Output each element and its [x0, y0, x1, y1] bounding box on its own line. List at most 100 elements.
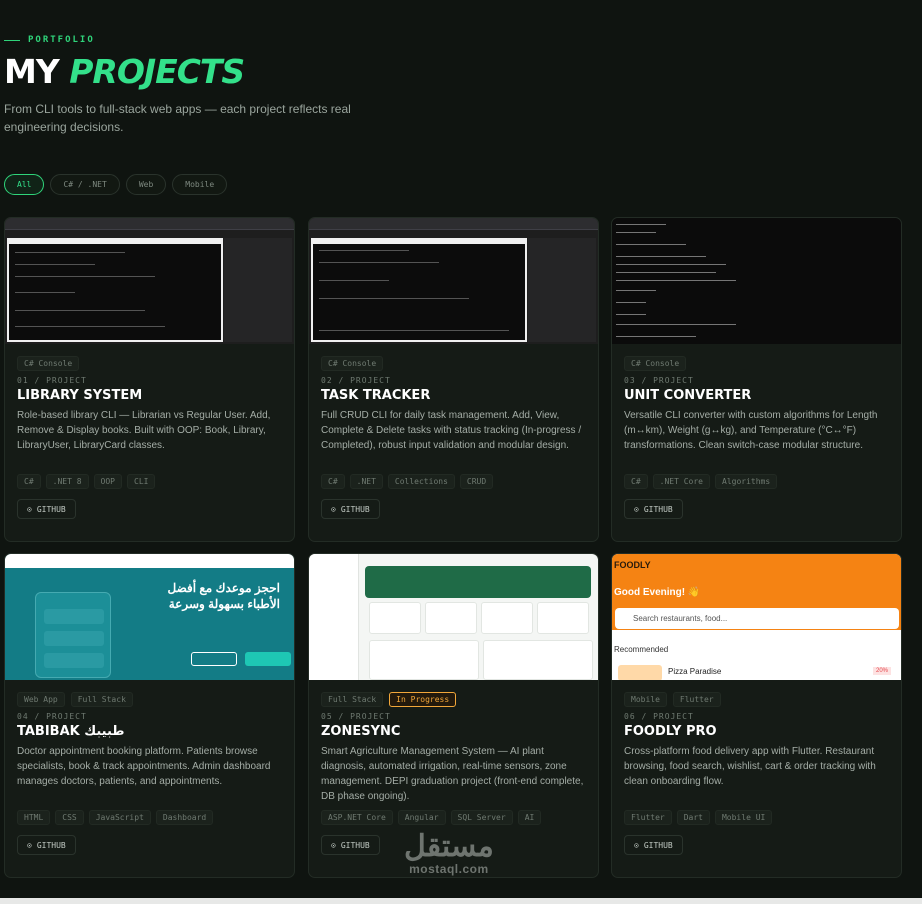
page-subtitle: From CLI tools to full-stack web apps — … — [4, 102, 351, 134]
watermark-latin: mostaql.com — [409, 862, 489, 876]
project-number: 02 / PROJECT — [321, 376, 391, 385]
eyebrow-line — [4, 39, 20, 41]
github-icon: ⊙ — [331, 504, 336, 514]
category-tag: C# Console — [17, 356, 80, 371]
project-number: 04 / PROJECT — [17, 712, 87, 721]
project-screenshot — [309, 554, 598, 680]
filter-mobile[interactable]: Mobile — [172, 174, 228, 195]
title-white: MY — [4, 52, 70, 91]
tech-tag: C# — [624, 474, 648, 489]
category-tag: C# Console — [624, 356, 687, 371]
tech-tag: .NET — [349, 474, 383, 489]
section-eyebrow: PORTFOLIO — [4, 35, 95, 45]
github-button[interactable]: ⊙ GITHUB — [17, 499, 76, 519]
project-description: Full CRUD CLI for daily task management.… — [321, 410, 582, 451]
project-screenshot: FOODLY Good Evening! 👋 Search restaurant… — [612, 554, 901, 680]
project-card-foodly-pro[interactable]: FOODLY Good Evening! 👋 Search restaurant… — [611, 553, 902, 878]
watermark-logo: مستقل mostaql.com — [404, 830, 494, 877]
github-button[interactable]: ⊙ GITHUB — [321, 835, 380, 855]
tech-tag: Mobile UI — [714, 810, 773, 825]
github-button[interactable]: ⊙ GITHUB — [624, 835, 683, 855]
project-screenshot — [612, 218, 901, 344]
tech-tag: CSS — [55, 810, 84, 825]
tech-stack: C# .NET Core Algorithms — [624, 474, 889, 489]
foodly-recommended: Recommended — [614, 645, 669, 654]
tech-tag: JavaScript — [88, 810, 151, 825]
tech-tag: Collections — [387, 474, 455, 489]
github-label: GITHUB — [36, 504, 66, 514]
tech-tag: C# — [321, 474, 345, 489]
tech-stack: C# .NET 8 OOP CLI — [17, 474, 282, 489]
tech-tag: OOP — [93, 474, 122, 489]
tech-tag: Flutter — [624, 810, 672, 825]
filter-web[interactable]: Web — [125, 174, 167, 195]
category-tag: C# Console — [321, 356, 384, 371]
project-name: ZONESYNC — [321, 724, 401, 739]
tech-tag: HTML — [17, 810, 51, 825]
tech-stack: C# .NET Collections CRUD — [321, 474, 586, 489]
foodly-brand: FOODLY — [614, 560, 651, 570]
status-badge: In Progress — [389, 692, 457, 707]
project-description: Doctor appointment booking platform. Pat… — [17, 746, 271, 787]
github-icon: ⊙ — [331, 840, 336, 850]
foodly-search: Search restaurants, food... — [615, 608, 899, 629]
github-icon: ⊙ — [27, 504, 32, 514]
filter-bar: All C# / .NET Web Mobile — [4, 174, 228, 195]
page-title: MY PROJECTS — [4, 52, 245, 91]
github-button[interactable]: ⊙ GITHUB — [624, 499, 683, 519]
project-card-library-system[interactable]: C# Console 01 / PROJECT LIBRARY SYSTEM R… — [4, 217, 295, 542]
foodly-discount: 20% — [872, 667, 891, 675]
category-tag: Mobile — [624, 692, 667, 707]
project-name: TABIBAK طبيبك — [17, 724, 125, 739]
project-screenshot: احجز موعدك مع أفضل الأطباء بسهولة وسرعة — [5, 554, 294, 680]
project-name: FOODLY PRO — [624, 724, 717, 739]
github-label: GITHUB — [36, 840, 66, 850]
tech-tag: Angular — [397, 810, 446, 825]
page-bottom-edge — [0, 898, 922, 904]
tech-stack: HTML CSS JavaScript Dashboard — [17, 810, 282, 825]
github-button[interactable]: ⊙ GITHUB — [17, 835, 76, 855]
tech-tag: AI — [517, 810, 542, 825]
project-name: UNIT CONVERTER — [624, 388, 752, 403]
github-icon: ⊙ — [634, 840, 639, 850]
tech-tag: CLI — [127, 474, 156, 489]
tech-tag: Dart — [676, 810, 710, 825]
github-icon: ⊙ — [27, 840, 32, 850]
project-description: Role-based library CLI — Librarian vs Re… — [17, 410, 271, 451]
github-button[interactable]: ⊙ GITHUB — [321, 499, 380, 519]
filter-all[interactable]: All — [4, 174, 45, 195]
project-name: LIBRARY SYSTEM — [17, 388, 143, 403]
eyebrow-label: PORTFOLIO — [28, 35, 95, 45]
category-tag: Flutter — [672, 692, 721, 707]
category-tag: Full Stack — [321, 692, 384, 707]
tech-tag: ASP.NET Core — [321, 810, 393, 825]
tech-tag: SQL Server — [450, 810, 513, 825]
watermark-arabic: مستقل — [404, 830, 494, 863]
tech-tag: Dashboard — [155, 810, 214, 825]
tabibak-hero-heading: احجز موعدك مع أفضل الأطباء بسهولة وسرعة — [167, 581, 280, 611]
project-number: 01 / PROJECT — [17, 376, 87, 385]
project-screenshot — [5, 218, 294, 344]
project-card-task-tracker[interactable]: C# Console 02 / PROJECT TASK TRACKER Ful… — [308, 217, 599, 542]
tech-stack: Flutter Dart Mobile UI — [624, 810, 889, 825]
tech-tag: .NET 8 — [45, 474, 89, 489]
tech-stack: ASP.NET Core Angular SQL Server AI — [321, 810, 586, 825]
project-name: TASK TRACKER — [321, 388, 431, 403]
project-number: 05 / PROJECT — [321, 712, 391, 721]
filter-csharp-dotnet[interactable]: C# / .NET — [50, 174, 120, 195]
project-screenshot — [309, 218, 598, 344]
github-icon: ⊙ — [634, 504, 639, 514]
project-description: Cross-platform food delivery app with Fl… — [624, 746, 876, 787]
foodly-place: Pizza Paradise — [668, 667, 722, 676]
github-label: GITHUB — [340, 840, 370, 850]
project-number: 06 / PROJECT — [624, 712, 694, 721]
tech-tag: Algorithms — [715, 474, 778, 489]
github-label: GITHUB — [643, 840, 673, 850]
project-description: Smart Agriculture Management System — AI… — [321, 746, 584, 802]
tech-tag: CRUD — [459, 474, 494, 489]
project-card-tabibak[interactable]: احجز موعدك مع أفضل الأطباء بسهولة وسرعة … — [4, 553, 295, 878]
project-number: 03 / PROJECT — [624, 376, 694, 385]
project-card-unit-converter[interactable]: C# Console 03 / PROJECT UNIT CONVERTER V… — [611, 217, 902, 542]
title-accent: PROJECTS — [69, 52, 245, 91]
category-tag: Web App — [17, 692, 65, 707]
